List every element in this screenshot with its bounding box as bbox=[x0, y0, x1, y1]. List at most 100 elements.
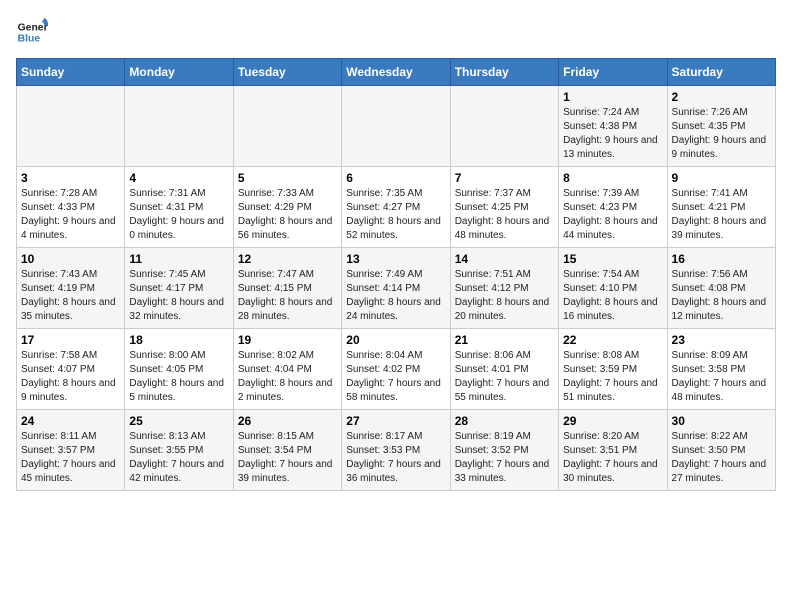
day-cell: 5Sunrise: 7:33 AM Sunset: 4:29 PM Daylig… bbox=[233, 167, 341, 248]
day-cell: 9 Sunrise: 7:41 AM Sunset: 4:21 PM Daylig… bbox=[667, 167, 775, 248]
day-number: 20 bbox=[346, 333, 445, 347]
day-info: Sunrise: 7:39 AM Sunset: 4:23 PM Dayligh… bbox=[563, 187, 662, 243]
day-cell: 7Sunrise: 7:37 AM Sunset: 4:25 PM Daylig… bbox=[450, 167, 558, 248]
day-cell: 18 Sunrise: 8:00 AM Sunset: 4:05 PM Dayli… bbox=[125, 329, 233, 410]
day-info: Sunrise: 8:09 AM Sunset: 3:58 PM Dayligh… bbox=[672, 349, 771, 405]
day-info: Sunrise: 7:49 AM Sunset: 4:14 PM Dayligh… bbox=[346, 268, 445, 324]
day-info: Sunrise: 8:08 AM Sunset: 3:59 PM Dayligh… bbox=[563, 349, 662, 405]
day-cell: 25 Sunrise: 8:13 AM Sunset: 3:55 PM Dayli… bbox=[125, 410, 233, 491]
day-info: Sunrise: 8:02 AM Sunset: 4:04 PM Dayligh… bbox=[238, 349, 337, 405]
day-number: 16 bbox=[672, 252, 771, 266]
day-cell: 17Sunrise: 7:58 AM Sunset: 4:07 PM Dayli… bbox=[17, 329, 125, 410]
day-cell: 1 Sunrise: 7:24 AM Sunset: 4:38 PM Daylig… bbox=[559, 86, 667, 167]
day-info: Sunrise: 8:17 AM Sunset: 3:53 PM Dayligh… bbox=[346, 430, 445, 486]
week-row-2: 3 Sunrise: 7:28 AM Sunset: 4:33 PM Daylig… bbox=[17, 167, 776, 248]
day-info: Sunrise: 7:26 AM Sunset: 4:35 PM Dayligh… bbox=[672, 106, 771, 162]
day-info: Sunrise: 7:43 AM Sunset: 4:19 PM Dayligh… bbox=[21, 268, 120, 324]
day-info: Sunrise: 7:24 AM Sunset: 4:38 PM Dayligh… bbox=[563, 106, 662, 162]
day-cell bbox=[342, 86, 450, 167]
day-number: 19 bbox=[238, 333, 337, 347]
day-cell: 29 Sunrise: 8:20 AM Sunset: 3:51 PM Dayli… bbox=[559, 410, 667, 491]
day-info: Sunrise: 7:54 AM Sunset: 4:10 PM Dayligh… bbox=[563, 268, 662, 324]
day-cell: 26 Sunrise: 8:15 AM Sunset: 3:54 PM Dayli… bbox=[233, 410, 341, 491]
day-info: Sunrise: 7:41 AM Sunset: 4:21 PM Dayligh… bbox=[672, 187, 771, 243]
day-cell bbox=[17, 86, 125, 167]
day-cell bbox=[233, 86, 341, 167]
day-number: 4 bbox=[129, 171, 228, 185]
week-row-3: 10Sunrise: 7:43 AM Sunset: 4:19 PM Dayli… bbox=[17, 248, 776, 329]
day-number: 26 bbox=[238, 414, 337, 428]
day-number: 30 bbox=[672, 414, 771, 428]
day-cell bbox=[125, 86, 233, 167]
day-number: 24 bbox=[21, 414, 120, 428]
day-number: 8 bbox=[563, 171, 662, 185]
header-friday: Friday bbox=[559, 59, 667, 86]
day-info: Sunrise: 7:47 AM Sunset: 4:15 PM Dayligh… bbox=[238, 268, 337, 324]
day-number: 21 bbox=[455, 333, 554, 347]
day-number: 27 bbox=[346, 414, 445, 428]
day-cell: 4 Sunrise: 7:31 AM Sunset: 4:31 PM Daylig… bbox=[125, 167, 233, 248]
day-info: Sunrise: 7:51 AM Sunset: 4:12 PM Dayligh… bbox=[455, 268, 554, 324]
day-info: Sunrise: 8:04 AM Sunset: 4:02 PM Dayligh… bbox=[346, 349, 445, 405]
day-info: Sunrise: 7:31 AM Sunset: 4:31 PM Dayligh… bbox=[129, 187, 228, 243]
day-number: 15 bbox=[563, 252, 662, 266]
day-cell: 23 Sunrise: 8:09 AM Sunset: 3:58 PM Dayli… bbox=[667, 329, 775, 410]
day-number: 11 bbox=[129, 252, 228, 266]
header-tuesday: Tuesday bbox=[233, 59, 341, 86]
day-number: 9 bbox=[672, 171, 771, 185]
day-cell: 8 Sunrise: 7:39 AM Sunset: 4:23 PM Daylig… bbox=[559, 167, 667, 248]
day-cell: 30 Sunrise: 8:22 AM Sunset: 3:50 PM Dayli… bbox=[667, 410, 775, 491]
week-row-1: 1 Sunrise: 7:24 AM Sunset: 4:38 PM Daylig… bbox=[17, 86, 776, 167]
day-number: 2 bbox=[672, 90, 771, 104]
page-header: General Blue bbox=[16, 16, 776, 48]
day-cell: 21 Sunrise: 8:06 AM Sunset: 4:01 PM Dayli… bbox=[450, 329, 558, 410]
day-info: Sunrise: 8:19 AM Sunset: 3:52 PM Dayligh… bbox=[455, 430, 554, 486]
day-info: Sunrise: 8:20 AM Sunset: 3:51 PM Dayligh… bbox=[563, 430, 662, 486]
day-cell: 16 Sunrise: 7:56 AM Sunset: 4:08 PM Dayli… bbox=[667, 248, 775, 329]
day-cell: 27 Sunrise: 8:17 AM Sunset: 3:53 PM Dayli… bbox=[342, 410, 450, 491]
day-info: Sunrise: 8:13 AM Sunset: 3:55 PM Dayligh… bbox=[129, 430, 228, 486]
day-info: Sunrise: 7:45 AM Sunset: 4:17 PM Dayligh… bbox=[129, 268, 228, 324]
day-cell: 28Sunrise: 8:19 AM Sunset: 3:52 PM Dayli… bbox=[450, 410, 558, 491]
day-number: 23 bbox=[672, 333, 771, 347]
day-info: Sunrise: 7:33 AM Sunset: 4:29 PM Dayligh… bbox=[238, 187, 337, 243]
header-wednesday: Wednesday bbox=[342, 59, 450, 86]
day-cell: 14 Sunrise: 7:51 AM Sunset: 4:12 PM Dayli… bbox=[450, 248, 558, 329]
logo: General Blue bbox=[16, 16, 52, 48]
day-info: Sunrise: 8:11 AM Sunset: 3:57 PM Dayligh… bbox=[21, 430, 120, 486]
calendar-table: SundayMondayTuesdayWednesdayThursdayFrid… bbox=[16, 58, 776, 491]
day-cell: 6 Sunrise: 7:35 AM Sunset: 4:27 PM Daylig… bbox=[342, 167, 450, 248]
week-row-4: 17Sunrise: 7:58 AM Sunset: 4:07 PM Dayli… bbox=[17, 329, 776, 410]
day-info: Sunrise: 7:37 AM Sunset: 4:25 PM Dayligh… bbox=[455, 187, 554, 243]
day-cell: 15 Sunrise: 7:54 AM Sunset: 4:10 PM Dayli… bbox=[559, 248, 667, 329]
day-cell: 24 Sunrise: 8:11 AM Sunset: 3:57 PM Dayli… bbox=[17, 410, 125, 491]
day-info: Sunrise: 8:22 AM Sunset: 3:50 PM Dayligh… bbox=[672, 430, 771, 486]
day-number: 12 bbox=[238, 252, 337, 266]
day-info: Sunrise: 7:28 AM Sunset: 4:33 PM Dayligh… bbox=[21, 187, 120, 243]
day-number: 6 bbox=[346, 171, 445, 185]
day-cell: 10Sunrise: 7:43 AM Sunset: 4:19 PM Dayli… bbox=[17, 248, 125, 329]
day-number: 29 bbox=[563, 414, 662, 428]
day-number: 3 bbox=[21, 171, 120, 185]
day-cell: 19 Sunrise: 8:02 AM Sunset: 4:04 PM Dayli… bbox=[233, 329, 341, 410]
svg-text:Blue: Blue bbox=[18, 34, 41, 45]
day-info: Sunrise: 7:35 AM Sunset: 4:27 PM Dayligh… bbox=[346, 187, 445, 243]
header-monday: Monday bbox=[125, 59, 233, 86]
day-info: Sunrise: 8:15 AM Sunset: 3:54 PM Dayligh… bbox=[238, 430, 337, 486]
day-info: Sunrise: 8:06 AM Sunset: 4:01 PM Dayligh… bbox=[455, 349, 554, 405]
day-number: 25 bbox=[129, 414, 228, 428]
header-sunday: Sunday bbox=[17, 59, 125, 86]
day-number: 1 bbox=[563, 90, 662, 104]
logo-icon: General Blue bbox=[16, 16, 48, 48]
day-cell: 13Sunrise: 7:49 AM Sunset: 4:14 PM Dayli… bbox=[342, 248, 450, 329]
day-number: 14 bbox=[455, 252, 554, 266]
day-cell: 22Sunrise: 8:08 AM Sunset: 3:59 PM Dayli… bbox=[559, 329, 667, 410]
day-cell: 20 Sunrise: 8:04 AM Sunset: 4:02 PM Dayli… bbox=[342, 329, 450, 410]
day-info: Sunrise: 7:56 AM Sunset: 4:08 PM Dayligh… bbox=[672, 268, 771, 324]
day-number: 18 bbox=[129, 333, 228, 347]
day-cell: 3 Sunrise: 7:28 AM Sunset: 4:33 PM Daylig… bbox=[17, 167, 125, 248]
day-info: Sunrise: 8:00 AM Sunset: 4:05 PM Dayligh… bbox=[129, 349, 228, 405]
header-saturday: Saturday bbox=[667, 59, 775, 86]
calendar-header-row: SundayMondayTuesdayWednesdayThursdayFrid… bbox=[17, 59, 776, 86]
week-row-5: 24 Sunrise: 8:11 AM Sunset: 3:57 PM Dayli… bbox=[17, 410, 776, 491]
